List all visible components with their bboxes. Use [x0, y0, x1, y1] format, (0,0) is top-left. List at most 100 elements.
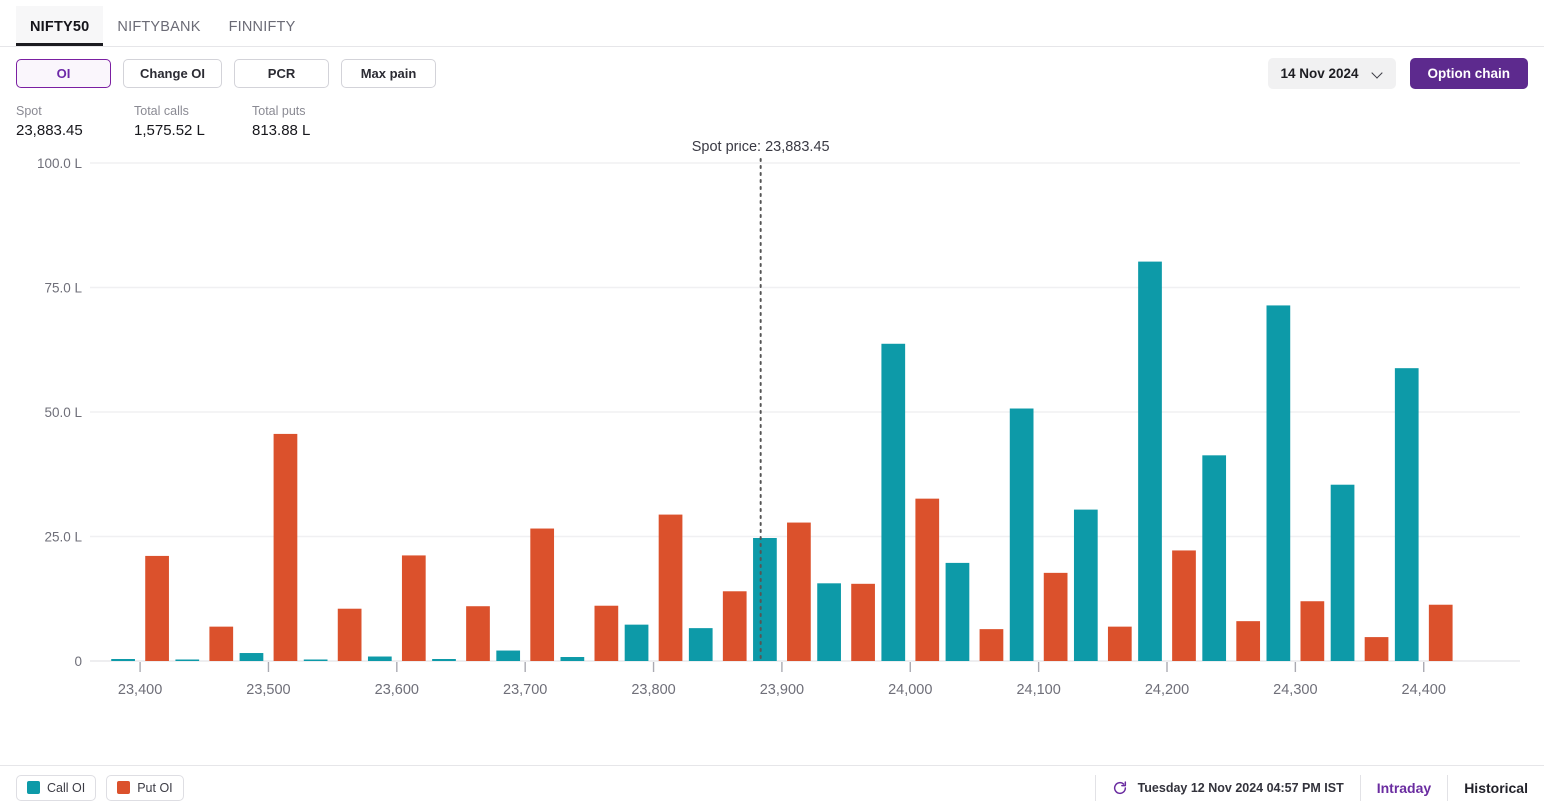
footer-right: Tuesday 12 Nov 2024 04:57 PM IST Intrada…: [1079, 766, 1528, 809]
footer-divider: [1359, 774, 1361, 801]
bar-call-oi[interactable]: [688, 628, 713, 661]
stat-spot: Spot 23,883.45: [16, 102, 134, 141]
bar-put-oi[interactable]: [979, 629, 1004, 661]
bar-call-oi[interactable]: [1202, 455, 1227, 661]
y-axis-tick-label: 25.0 L: [44, 530, 82, 545]
x-axis-tick-label: 24,300: [1273, 682, 1317, 698]
bar-put-oi[interactable]: [851, 583, 875, 661]
tab-nifty50[interactable]: NIFTY50: [16, 5, 104, 46]
chart-legend: Call OI Put OI: [16, 774, 184, 801]
bar-put-oi[interactable]: [594, 605, 619, 661]
tab-niftybank[interactable]: NIFTYBANK: [103, 18, 214, 47]
bar-call-oi[interactable]: [111, 659, 135, 661]
stat-total-puts: Total puts 813.88 L: [252, 102, 370, 141]
x-axis-tick-label: 23,500: [246, 682, 290, 698]
tab-label: NIFTY50: [30, 18, 90, 35]
bar-put-oi[interactable]: [401, 555, 426, 661]
bar-call-oi[interactable]: [624, 624, 649, 661]
x-axis-tick-label: 23,900: [760, 682, 804, 698]
bar-put-oi[interactable]: [530, 528, 555, 661]
bar-put-oi[interactable]: [337, 608, 362, 661]
legend-item-put-oi[interactable]: Put OI: [106, 774, 184, 801]
footer-divider: [1447, 774, 1449, 801]
stat-total-calls: Total calls 1,575.52 L: [134, 102, 252, 141]
index-tabbar: NIFTY50 NIFTYBANK FINNIFTY: [0, 0, 1544, 47]
bar-put-oi[interactable]: [1428, 604, 1453, 661]
link-historical[interactable]: Historical: [1464, 780, 1528, 796]
y-axis-tick-label: 0: [74, 654, 82, 669]
metric-button-oi[interactable]: OI: [16, 59, 111, 88]
bar-put-oi[interactable]: [722, 591, 747, 661]
stat-label: Total puts: [252, 104, 306, 118]
summary-stats: Spot 23,883.45 Total calls 1,575.52 L To…: [0, 102, 1544, 141]
bar-call-oi[interactable]: [239, 653, 264, 661]
x-axis-tick-label: 23,400: [118, 682, 162, 698]
x-axis-tick-label: 23,800: [631, 682, 675, 698]
bar-put-oi[interactable]: [787, 522, 811, 661]
bar-call-oi[interactable]: [367, 656, 392, 661]
bar-call-oi[interactable]: [1138, 261, 1162, 661]
bar-call-oi[interactable]: [175, 659, 200, 662]
x-axis-tick-label: 24,200: [1145, 682, 1189, 698]
stat-value: 813.88 L: [252, 122, 311, 139]
tab-finnifty[interactable]: FINNIFTY: [215, 19, 310, 47]
bar-put-oi[interactable]: [1236, 621, 1261, 661]
metric-button-max-pain[interactable]: Max pain: [341, 59, 437, 88]
chevron-down-icon: [1373, 68, 1384, 79]
oi-bar-chart[interactable]: 0 25.0 L 50.0 L 75.0 L 100.0 L 23,400 23,500 23…: [0, 141, 1544, 765]
legend-label: Put OI: [137, 780, 173, 795]
bar-put-oi[interactable]: [145, 555, 169, 661]
bar-call-oi[interactable]: [1266, 305, 1291, 661]
x-axis-tick-label: 23,600: [375, 682, 419, 698]
option-chain-page: NIFTY50 NIFTYBANK FINNIFTY OI Change OI …: [0, 0, 1544, 809]
bar-put-oi[interactable]: [915, 498, 940, 661]
bar-call-oi[interactable]: [496, 650, 521, 661]
link-intraday[interactable]: Intraday: [1377, 780, 1431, 796]
stat-value: 23,883.45: [16, 122, 83, 139]
bar-call-oi[interactable]: [945, 562, 970, 661]
metric-selector-group: OI Change OI PCR Max pain: [16, 59, 437, 88]
bar-put-oi[interactable]: [1172, 550, 1196, 661]
legend-swatch-put: [117, 781, 131, 794]
legend-label: Call OI: [47, 780, 86, 795]
y-axis-tick-label: 50.0 L: [44, 405, 82, 420]
option-chain-button[interactable]: Option chain: [1409, 58, 1528, 89]
y-axis-tick-label: 75.0 L: [44, 281, 82, 296]
stat-value: 1,575.52 L: [134, 122, 205, 139]
expiry-date-dropdown[interactable]: 14 Nov 2024: [1268, 58, 1396, 89]
legend-item-call-oi[interactable]: Call OI: [16, 774, 97, 801]
metric-button-pcr[interactable]: PCR: [234, 59, 330, 88]
bar-call-oi[interactable]: [303, 659, 328, 662]
bar-put-oi[interactable]: [1364, 637, 1389, 661]
expiry-date-value: 14 Nov 2024: [1280, 66, 1359, 81]
bar-call-oi[interactable]: [1009, 408, 1034, 661]
y-axis-tick-label: 100.0 L: [37, 156, 83, 171]
x-axis-tick-label: 23,700: [503, 682, 547, 698]
tab-label: NIFTYBANK: [117, 18, 201, 35]
bar-call-oi[interactable]: [1394, 368, 1419, 661]
bar-put-oi[interactable]: [209, 626, 234, 661]
chart-canvas[interactable]: 0 25.0 L 50.0 L 75.0 L 100.0 L 23,400 23,500 23…: [0, 141, 1544, 706]
chart-toolbar: OI Change OI PCR Max pain 14 Nov 2024 Op…: [0, 47, 1544, 100]
spot-price-annotation-label: Spot price: 23,883.45: [692, 141, 830, 155]
bar-call-oi[interactable]: [817, 583, 841, 661]
bar-put-oi[interactable]: [1300, 601, 1325, 661]
bar-call-oi[interactable]: [881, 343, 906, 661]
bar-put-oi[interactable]: [1107, 626, 1132, 661]
bar-call-oi[interactable]: [1330, 484, 1355, 661]
bar-call-oi[interactable]: [1073, 509, 1098, 661]
bar-put-oi[interactable]: [466, 606, 490, 661]
bar-call-oi[interactable]: [432, 659, 456, 661]
bar-call-oi[interactable]: [753, 537, 777, 661]
bar-put-oi[interactable]: [658, 514, 683, 661]
x-axis-tick-label: 24,000: [888, 682, 932, 698]
bar-put-oi[interactable]: [273, 433, 298, 661]
chart-footer: Call OI Put OI Tuesday 12 Nov 2024 04:57…: [0, 765, 1544, 809]
footer-divider: [1094, 774, 1096, 801]
refresh-icon[interactable]: [1112, 780, 1128, 796]
x-axis-tick-label: 24,100: [1016, 682, 1060, 698]
legend-swatch-call: [27, 781, 40, 794]
bar-call-oi[interactable]: [560, 657, 585, 661]
metric-button-change-oi[interactable]: Change OI: [123, 59, 223, 88]
bar-put-oi[interactable]: [1043, 572, 1068, 661]
